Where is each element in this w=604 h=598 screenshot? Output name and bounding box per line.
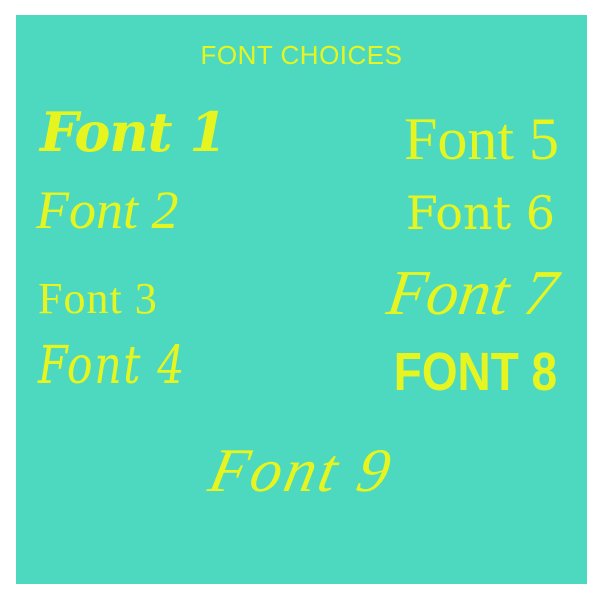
font-sample-4: Font 4 xyxy=(38,336,187,396)
font-sample-7: Font 7 xyxy=(383,257,563,328)
font-sample-9: Font 9 xyxy=(203,437,400,505)
font-sample-1: Font 1 xyxy=(40,100,227,164)
font-sample-8: FONT 8 xyxy=(393,342,557,402)
font-sample-6: Font 6 xyxy=(405,186,555,240)
font-sample-2: Font 2 xyxy=(36,180,179,240)
font-choices-panel: FONT CHOICES Font 1 Font 2 Font 3 Font 4… xyxy=(16,15,587,584)
font-sample-5: Font 5 xyxy=(403,106,559,172)
page-title: FONT CHOICES xyxy=(200,40,403,70)
font-sample-3: Font 3 xyxy=(38,274,158,323)
